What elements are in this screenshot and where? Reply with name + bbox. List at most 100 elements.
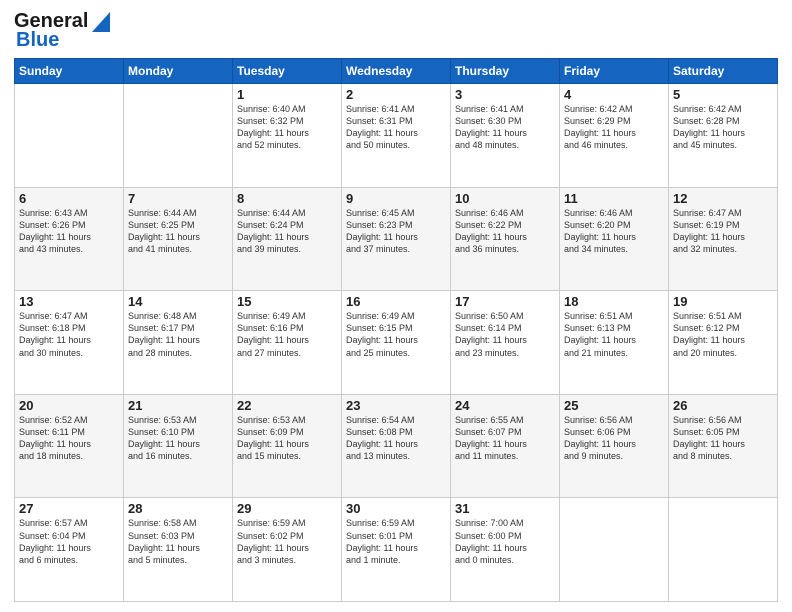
calendar-cell: 10Sunrise: 6:46 AM Sunset: 6:22 PM Dayli… [451,187,560,291]
day-info: Sunrise: 6:56 AM Sunset: 6:06 PM Dayligh… [564,414,664,463]
calendar-cell: 28Sunrise: 6:58 AM Sunset: 6:03 PM Dayli… [124,498,233,602]
calendar-cell: 21Sunrise: 6:53 AM Sunset: 6:10 PM Dayli… [124,394,233,498]
weekday-header-friday: Friday [560,59,669,84]
day-number: 1 [237,87,337,102]
day-info: Sunrise: 6:47 AM Sunset: 6:19 PM Dayligh… [673,207,773,256]
day-number: 9 [346,191,446,206]
calendar-table: SundayMondayTuesdayWednesdayThursdayFrid… [14,58,778,602]
day-info: Sunrise: 6:56 AM Sunset: 6:05 PM Dayligh… [673,414,773,463]
logo-blue-text: Blue [16,29,59,52]
calendar-cell: 23Sunrise: 6:54 AM Sunset: 6:08 PM Dayli… [342,394,451,498]
calendar-cell: 26Sunrise: 6:56 AM Sunset: 6:05 PM Dayli… [669,394,778,498]
day-info: Sunrise: 6:49 AM Sunset: 6:15 PM Dayligh… [346,310,446,359]
calendar-cell: 2Sunrise: 6:41 AM Sunset: 6:31 PM Daylig… [342,84,451,188]
day-number: 27 [19,501,119,516]
day-info: Sunrise: 6:57 AM Sunset: 6:04 PM Dayligh… [19,517,119,566]
calendar-cell: 31Sunrise: 7:00 AM Sunset: 6:00 PM Dayli… [451,498,560,602]
calendar-cell: 5Sunrise: 6:42 AM Sunset: 6:28 PM Daylig… [669,84,778,188]
day-number: 26 [673,398,773,413]
calendar-cell: 29Sunrise: 6:59 AM Sunset: 6:02 PM Dayli… [233,498,342,602]
day-info: Sunrise: 6:54 AM Sunset: 6:08 PM Dayligh… [346,414,446,463]
calendar-cell: 17Sunrise: 6:50 AM Sunset: 6:14 PM Dayli… [451,291,560,395]
header: General Blue [14,10,778,52]
day-number: 22 [237,398,337,413]
weekday-header-wednesday: Wednesday [342,59,451,84]
weekday-header-tuesday: Tuesday [233,59,342,84]
logo-triangle-icon [92,12,110,32]
day-number: 29 [237,501,337,516]
day-number: 20 [19,398,119,413]
day-info: Sunrise: 6:41 AM Sunset: 6:30 PM Dayligh… [455,103,555,152]
calendar-cell: 7Sunrise: 6:44 AM Sunset: 6:25 PM Daylig… [124,187,233,291]
calendar-cell [15,84,124,188]
week-row-2: 6Sunrise: 6:43 AM Sunset: 6:26 PM Daylig… [15,187,778,291]
day-info: Sunrise: 6:48 AM Sunset: 6:17 PM Dayligh… [128,310,228,359]
day-info: Sunrise: 6:59 AM Sunset: 6:02 PM Dayligh… [237,517,337,566]
day-number: 8 [237,191,337,206]
calendar-cell: 22Sunrise: 6:53 AM Sunset: 6:09 PM Dayli… [233,394,342,498]
day-number: 4 [564,87,664,102]
calendar-cell: 9Sunrise: 6:45 AM Sunset: 6:23 PM Daylig… [342,187,451,291]
weekday-header-sunday: Sunday [15,59,124,84]
calendar-cell: 16Sunrise: 6:49 AM Sunset: 6:15 PM Dayli… [342,291,451,395]
week-row-5: 27Sunrise: 6:57 AM Sunset: 6:04 PM Dayli… [15,498,778,602]
weekday-header-row: SundayMondayTuesdayWednesdayThursdayFrid… [15,59,778,84]
day-info: Sunrise: 6:42 AM Sunset: 6:29 PM Dayligh… [564,103,664,152]
day-number: 11 [564,191,664,206]
page: General Blue SundayMondayTuesdayWednesda… [0,0,792,612]
week-row-1: 1Sunrise: 6:40 AM Sunset: 6:32 PM Daylig… [15,84,778,188]
day-info: Sunrise: 6:53 AM Sunset: 6:10 PM Dayligh… [128,414,228,463]
day-info: Sunrise: 6:49 AM Sunset: 6:16 PM Dayligh… [237,310,337,359]
day-number: 17 [455,294,555,309]
day-number: 14 [128,294,228,309]
calendar-cell: 24Sunrise: 6:55 AM Sunset: 6:07 PM Dayli… [451,394,560,498]
calendar-cell: 11Sunrise: 6:46 AM Sunset: 6:20 PM Dayli… [560,187,669,291]
day-info: Sunrise: 6:40 AM Sunset: 6:32 PM Dayligh… [237,103,337,152]
day-number: 3 [455,87,555,102]
day-info: Sunrise: 6:52 AM Sunset: 6:11 PM Dayligh… [19,414,119,463]
week-row-4: 20Sunrise: 6:52 AM Sunset: 6:11 PM Dayli… [15,394,778,498]
calendar-cell: 30Sunrise: 6:59 AM Sunset: 6:01 PM Dayli… [342,498,451,602]
day-info: Sunrise: 6:45 AM Sunset: 6:23 PM Dayligh… [346,207,446,256]
day-number: 12 [673,191,773,206]
day-number: 18 [564,294,664,309]
day-info: Sunrise: 6:42 AM Sunset: 6:28 PM Dayligh… [673,103,773,152]
day-number: 6 [19,191,119,206]
calendar-cell: 20Sunrise: 6:52 AM Sunset: 6:11 PM Dayli… [15,394,124,498]
day-number: 16 [346,294,446,309]
weekday-header-saturday: Saturday [669,59,778,84]
weekday-header-thursday: Thursday [451,59,560,84]
day-number: 7 [128,191,228,206]
day-number: 10 [455,191,555,206]
day-info: Sunrise: 6:59 AM Sunset: 6:01 PM Dayligh… [346,517,446,566]
calendar-cell: 12Sunrise: 6:47 AM Sunset: 6:19 PM Dayli… [669,187,778,291]
calendar-cell: 4Sunrise: 6:42 AM Sunset: 6:29 PM Daylig… [560,84,669,188]
calendar-cell: 6Sunrise: 6:43 AM Sunset: 6:26 PM Daylig… [15,187,124,291]
logo: General Blue [14,10,110,52]
day-info: Sunrise: 6:41 AM Sunset: 6:31 PM Dayligh… [346,103,446,152]
calendar-cell: 14Sunrise: 6:48 AM Sunset: 6:17 PM Dayli… [124,291,233,395]
day-number: 19 [673,294,773,309]
day-number: 30 [346,501,446,516]
day-info: Sunrise: 6:46 AM Sunset: 6:22 PM Dayligh… [455,207,555,256]
day-info: Sunrise: 6:51 AM Sunset: 6:13 PM Dayligh… [564,310,664,359]
calendar-cell: 8Sunrise: 6:44 AM Sunset: 6:24 PM Daylig… [233,187,342,291]
calendar-cell [560,498,669,602]
day-info: Sunrise: 6:43 AM Sunset: 6:26 PM Dayligh… [19,207,119,256]
day-number: 24 [455,398,555,413]
day-number: 13 [19,294,119,309]
day-number: 23 [346,398,446,413]
calendar-cell: 18Sunrise: 6:51 AM Sunset: 6:13 PM Dayli… [560,291,669,395]
day-info: Sunrise: 6:53 AM Sunset: 6:09 PM Dayligh… [237,414,337,463]
day-info: Sunrise: 6:47 AM Sunset: 6:18 PM Dayligh… [19,310,119,359]
calendar-cell: 19Sunrise: 6:51 AM Sunset: 6:12 PM Dayli… [669,291,778,395]
day-info: Sunrise: 6:44 AM Sunset: 6:25 PM Dayligh… [128,207,228,256]
day-info: Sunrise: 6:51 AM Sunset: 6:12 PM Dayligh… [673,310,773,359]
day-info: Sunrise: 7:00 AM Sunset: 6:00 PM Dayligh… [455,517,555,566]
calendar-cell: 3Sunrise: 6:41 AM Sunset: 6:30 PM Daylig… [451,84,560,188]
weekday-header-monday: Monday [124,59,233,84]
calendar-cell: 27Sunrise: 6:57 AM Sunset: 6:04 PM Dayli… [15,498,124,602]
day-number: 28 [128,501,228,516]
calendar-cell [124,84,233,188]
day-info: Sunrise: 6:55 AM Sunset: 6:07 PM Dayligh… [455,414,555,463]
